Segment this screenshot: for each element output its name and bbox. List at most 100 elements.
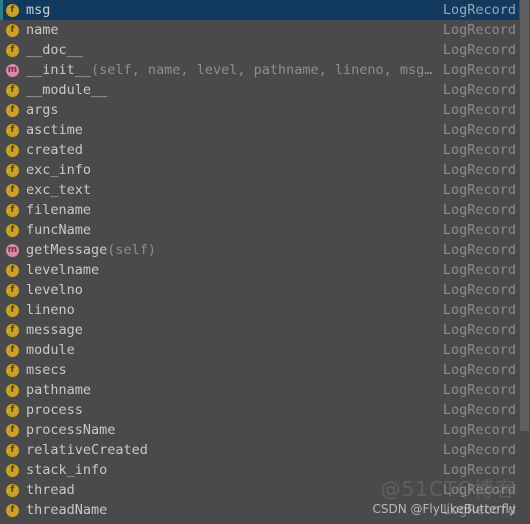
completion-item[interactable]: f module LogRecord — [0, 340, 530, 360]
scrollbar-track[interactable] — [519, 0, 530, 524]
scrollbar-thumb[interactable] — [520, 0, 529, 431]
completion-item[interactable]: f args LogRecord — [0, 100, 530, 120]
code-completion-popup[interactable]: f msg LogRecord f name LogRecord f __doc__ LogRe… — [0, 0, 530, 524]
completion-item-owner: LogRecord — [442, 222, 516, 238]
method-icon: m — [6, 63, 19, 77]
field-icon: f — [6, 183, 19, 197]
field-icon: f — [6, 203, 19, 217]
completion-item-owner: LogRecord — [442, 182, 516, 198]
completion-item-owner: LogRecord — [442, 362, 516, 378]
completion-item[interactable]: f levelno LogRecord — [0, 280, 530, 300]
completion-item-name: pathname — [26, 382, 92, 398]
field-icon: f — [6, 503, 19, 517]
completion-item-name: __module__ — [26, 82, 108, 98]
field-icon: f — [6, 83, 19, 97]
completion-item-name: args — [26, 102, 59, 118]
field-icon: f — [6, 423, 19, 437]
field-icon: f — [6, 163, 19, 177]
completion-item-name: message — [26, 322, 83, 338]
completion-item[interactable]: f asctime LogRecord — [0, 120, 530, 140]
field-icon: f — [6, 443, 19, 457]
completion-item-owner: LogRecord — [442, 282, 516, 298]
completion-item-name: asctime — [26, 122, 83, 138]
completion-item-owner: LogRecord — [442, 82, 516, 98]
completion-item-owner: LogRecord — [442, 22, 516, 38]
completion-item-owner: LogRecord — [442, 442, 516, 458]
field-icon: f — [6, 23, 19, 37]
completion-item-name: msg — [26, 2, 51, 18]
completion-item-name: stack_info — [26, 462, 108, 478]
completion-item-name: levelname — [26, 262, 100, 278]
completion-item-name: __doc__ — [26, 42, 83, 58]
completion-item-name: processName — [26, 422, 116, 438]
field-icon: f — [6, 123, 19, 137]
completion-item-name: name — [26, 22, 59, 38]
field-icon: f — [6, 363, 19, 377]
completion-item-owner: LogRecord — [442, 142, 516, 158]
completion-item[interactable]: f exc_info LogRecord — [0, 160, 530, 180]
completion-item-name: __init__ — [26, 62, 92, 78]
completion-item[interactable]: f stack_info LogRecord — [0, 460, 530, 480]
field-icon: f — [6, 103, 19, 117]
completion-item-owner: LogRecord — [442, 382, 516, 398]
completion-item-owner: LogRecord — [442, 422, 516, 438]
completion-item[interactable]: f pathname LogRecord — [0, 380, 530, 400]
completion-item-name: threadName — [26, 502, 108, 518]
completion-item[interactable]: f levelname LogRecord — [0, 260, 530, 280]
completion-item[interactable]: m getMessage (self) LogRecord — [0, 240, 530, 260]
completion-item-owner: LogRecord — [442, 202, 516, 218]
completion-item[interactable]: f threadName LogRecord — [0, 500, 530, 520]
field-icon: f — [6, 463, 19, 477]
completion-item[interactable]: f filename LogRecord — [0, 200, 530, 220]
completion-item-name: module — [26, 342, 75, 358]
completion-item-name: filename — [26, 202, 92, 218]
field-icon: f — [6, 343, 19, 357]
completion-item[interactable]: f msg LogRecord — [0, 0, 530, 20]
completion-item[interactable]: f __module__ LogRecord — [0, 80, 530, 100]
field-icon: f — [6, 223, 19, 237]
completion-item[interactable]: f name LogRecord — [0, 20, 530, 40]
completion-item-owner: LogRecord — [442, 502, 516, 518]
completion-item-name: lineno — [26, 302, 75, 318]
field-icon: f — [6, 263, 19, 277]
completion-item-name: created — [26, 142, 83, 158]
completion-item-name: getMessage — [26, 242, 108, 258]
field-icon: f — [6, 3, 19, 17]
completion-item-owner: LogRecord — [442, 302, 516, 318]
completion-item[interactable]: f created LogRecord — [0, 140, 530, 160]
field-icon: f — [6, 303, 19, 317]
completion-item[interactable]: f funcName LogRecord — [0, 220, 530, 240]
field-icon: f — [6, 483, 19, 497]
completion-item[interactable]: f __doc__ LogRecord — [0, 40, 530, 60]
field-icon: f — [6, 43, 19, 57]
completion-item[interactable]: f lineno LogRecord — [0, 300, 530, 320]
completion-list[interactable]: f msg LogRecord f name LogRecord f __doc__ LogRe… — [0, 0, 530, 520]
completion-item-name: exc_info — [26, 162, 92, 178]
completion-item-name: funcName — [26, 222, 92, 238]
completion-item-owner: LogRecord — [442, 342, 516, 358]
field-icon: f — [6, 143, 19, 157]
completion-item[interactable]: f message LogRecord — [0, 320, 530, 340]
completion-item[interactable]: m __init__ (self, name, level, pathname, l… — [0, 60, 530, 80]
completion-item-signature: (self, name, level, pathname, lineno, ms… — [91, 62, 433, 78]
completion-item-owner: LogRecord — [442, 162, 516, 178]
completion-item-signature: (self) — [107, 242, 157, 258]
completion-item-owner: LogRecord — [442, 42, 516, 58]
completion-item[interactable]: f process LogRecord — [0, 400, 530, 420]
method-icon: m — [6, 243, 19, 257]
completion-item[interactable]: f processName LogRecord — [0, 420, 530, 440]
completion-item-owner: LogRecord — [442, 462, 516, 478]
completion-item-owner: LogRecord — [442, 62, 516, 78]
completion-item-name: relativeCreated — [26, 442, 148, 458]
completion-item[interactable]: f relativeCreated LogRecord — [0, 440, 530, 460]
completion-item-owner: LogRecord — [442, 262, 516, 278]
field-icon: f — [6, 283, 19, 297]
completion-item[interactable]: f exc_text LogRecord — [0, 180, 530, 200]
completion-item[interactable]: f msecs LogRecord — [0, 360, 530, 380]
completion-item[interactable]: f thread LogRecord — [0, 480, 530, 500]
completion-item-name: msecs — [26, 362, 67, 378]
completion-item-name: thread — [26, 482, 75, 498]
field-icon: f — [6, 383, 19, 397]
completion-item-owner: LogRecord — [442, 402, 516, 418]
completion-item-owner: LogRecord — [442, 2, 516, 18]
